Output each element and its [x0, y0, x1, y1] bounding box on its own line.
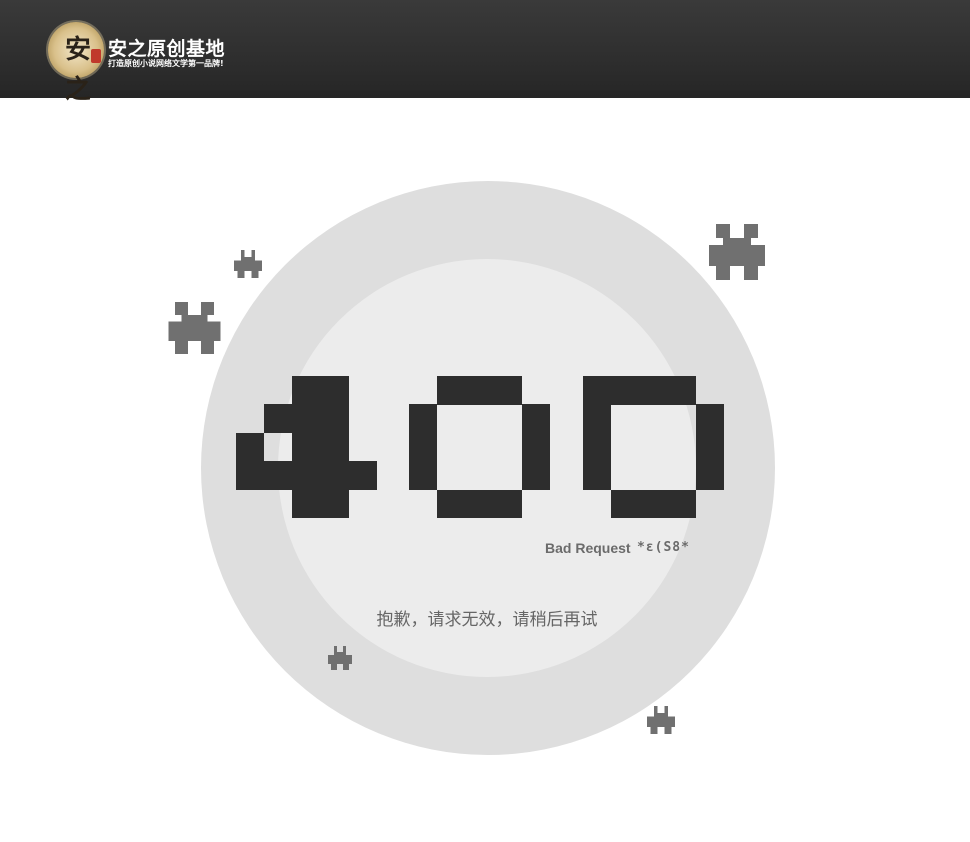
space-invader-icon	[647, 706, 675, 734]
space-invader-icon	[328, 646, 352, 670]
digit-4	[236, 376, 377, 518]
status-decoration: *ε(S8*	[637, 540, 690, 555]
error-message: 抱歉，请求无效，请稍后再试	[376, 610, 598, 630]
space-invader-icon	[234, 250, 262, 278]
error-code-pixel-digits	[236, 376, 724, 518]
status-text: Bad Request	[545, 540, 631, 556]
space-invader-icon	[709, 224, 765, 280]
digit-0-second	[583, 376, 724, 518]
digit-0-first	[409, 376, 550, 518]
space-invader-icon	[168, 302, 221, 354]
